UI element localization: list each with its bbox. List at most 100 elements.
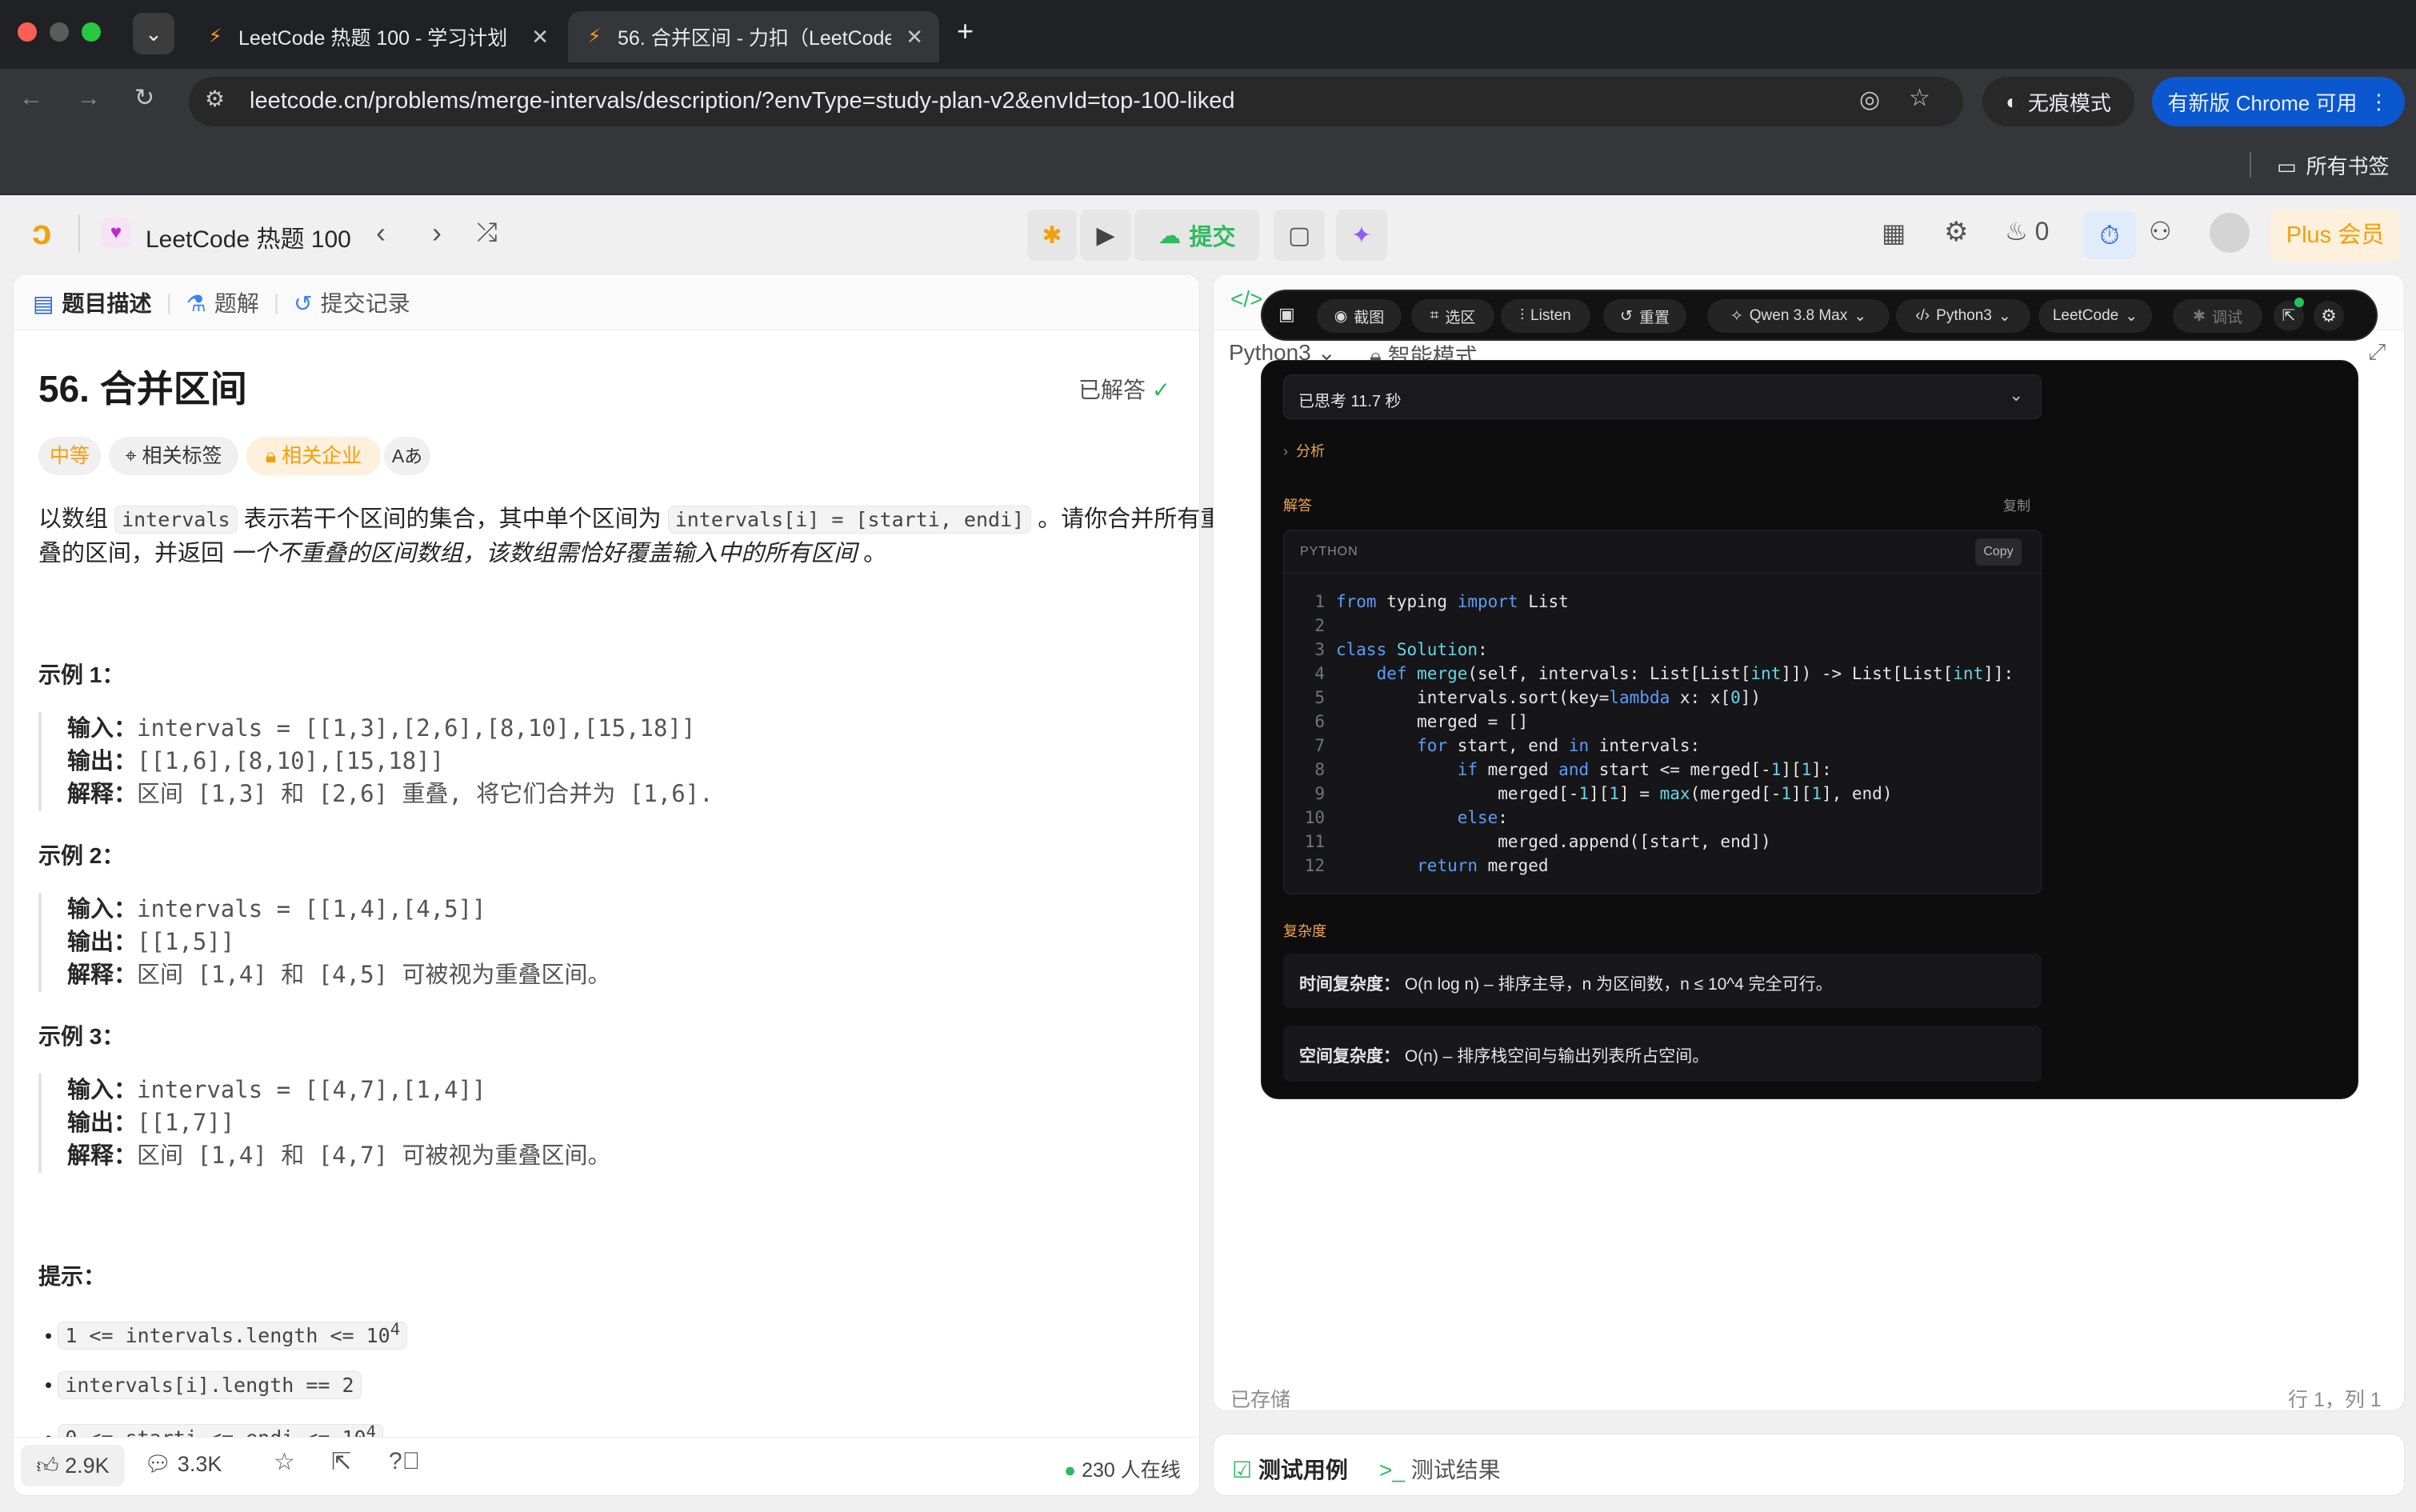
favorite-star-icon[interactable]: ☆ (274, 1448, 295, 1476)
browser-tabstrip: ⌄ ⚡ LeetCode 热题 100 - 学习计划 ✕ ⚡ 56. 合并区间 … (0, 0, 2416, 69)
maximize-window-button[interactable] (82, 22, 101, 42)
select-region-button[interactable]: ⌗ 选区 (1411, 299, 1494, 333)
reset-button[interactable]: ↺ 重置 (1603, 299, 1686, 333)
add-user-icon[interactable]: ⚇ (2149, 216, 2172, 246)
code-icon: ‹/› (1915, 307, 1930, 324)
back-arrow-icon[interactable]: ← (19, 86, 43, 110)
layout-icon[interactable]: ▦ (1882, 218, 1906, 248)
translate-icon[interactable]: Aあ (384, 437, 430, 475)
tab-description[interactable]: ▤ 题目描述 (33, 286, 151, 318)
eye-off-icon[interactable]: ◎ (1859, 88, 1880, 112)
submit-button[interactable]: ☁ 提交 (1134, 210, 1259, 261)
incognito-indicator[interactable]: ◐ 无痕模式 (1982, 77, 2134, 126)
next-problem-icon[interactable]: › (432, 216, 442, 250)
incognito-icon: ◐ (2006, 89, 2018, 114)
random-problem-icon[interactable]: ⤮ (477, 218, 498, 248)
code-line: merged = [] (1336, 712, 1529, 731)
listen-button[interactable]: ⫶ Listen (1501, 299, 1590, 333)
analysis-toggle[interactable]: › 分析 (1283, 440, 1325, 461)
line-number: 6 (1314, 712, 1325, 731)
close-tab-icon[interactable]: ✕ (531, 25, 549, 50)
help-icon[interactable]: ?⃝ (389, 1448, 420, 1475)
address-bar[interactable]: ⚙ leetcode.cn/problems/merge-intervals/d… (189, 77, 1963, 126)
copy-code-button[interactable]: Copy (1975, 538, 2022, 566)
tab-divider: | (166, 289, 172, 314)
related-tags-button[interactable]: ⌖ 相关标签 (109, 437, 238, 475)
streak-counter[interactable]: ♨ 0 (2005, 216, 2049, 246)
window-icon[interactable]: ▣ (1278, 304, 1295, 325)
settings-gear-icon[interactable]: ⚙ (1944, 216, 1968, 248)
line-number: 9 (1314, 784, 1325, 803)
copy-answer-button[interactable]: 复制 (2003, 494, 2030, 514)
time-complexity-card: 时间复杂度： O(n log n) – 排序主导，n 为区间数，n ≤ 10^4… (1283, 954, 2042, 1008)
reload-icon[interactable]: ↻ (134, 86, 154, 110)
flame-icon: ♨ (2005, 217, 2028, 246)
constraint-item: • 1 <= intervals.length <= 104 (45, 1320, 408, 1350)
plus-membership-button[interactable]: Plus 会员 (2270, 210, 2400, 261)
ai-assist-button[interactable]: ✦ (1336, 210, 1387, 261)
example-3-heading: 示例 3： (38, 1024, 125, 1049)
minimize-window-button[interactable] (50, 22, 69, 42)
code-line: class Solution: (1336, 640, 1488, 659)
like-button[interactable]: 👍︎ 2.9K (21, 1445, 125, 1486)
tab-solutions[interactable]: ⚗ 题解 (186, 286, 259, 318)
screenshot-button[interactable]: ◉ 截图 (1317, 299, 1402, 333)
expand-icon[interactable]: ⤢ (2368, 339, 2386, 366)
line-number: 10 (1304, 808, 1325, 827)
difficulty-badge: 中等 (38, 437, 101, 475)
model-selector[interactable]: ✧ Qwen 3.8 Max ⌄ (1707, 299, 1890, 333)
chevron-down-icon: ⌄ (145, 22, 162, 46)
line-number: 1 (1314, 592, 1325, 611)
tab-submissions[interactable]: ↺ 提交记录 (294, 286, 410, 318)
debug-button[interactable]: ✱ (1027, 210, 1077, 261)
debug-toggle[interactable]: ✱ 调试 (2173, 299, 2262, 333)
bookmarks-bar: ▭ 所有书签 (0, 134, 2416, 195)
history-icon: ↺ (294, 290, 313, 316)
line-number: 12 (1304, 856, 1325, 875)
forward-arrow-icon[interactable]: → (77, 86, 101, 110)
leetcode-logo-icon[interactable]: ↄ (32, 213, 51, 253)
bookmark-star-icon[interactable]: ☆ (1909, 86, 1930, 110)
code-line: else: (1457, 808, 1508, 827)
language-dropdown[interactable]: ‹/› Python3 ⌄ (1896, 299, 2030, 333)
line-number: 7 (1314, 736, 1325, 755)
tab-search-button[interactable]: ⌄ (133, 13, 174, 54)
inline-code: intervals (114, 506, 238, 534)
platform-dropdown[interactable]: LeetCode ⌄ (2038, 299, 2152, 333)
tab-merge-intervals[interactable]: ⚡ 56. 合并区间 - 力扣（LeetCode） ✕ (568, 11, 939, 62)
timer-icon[interactable]: ⏱ (2083, 211, 2136, 259)
terminal-icon: >_ (1379, 1458, 1405, 1482)
thinking-summary[interactable]: 已思考 11.7 秒 ⌄ (1283, 374, 2042, 419)
settings-gear-icon[interactable]: ⚙ (2314, 301, 2344, 331)
comments-button[interactable]: 💬︎ 3.3K (144, 1451, 222, 1477)
close-tab-icon[interactable]: ✕ (906, 25, 923, 50)
constraint-item: • 0 <= starti <= endi <= 104 (45, 1422, 384, 1438)
related-companies-button[interactable]: 🔒︎ 相关企业 (246, 437, 381, 475)
new-tab-button[interactable]: + (957, 14, 974, 48)
space-complexity-card: 空间复杂度： O(n) – 排序栈空间与输出列表所占空间。 (1283, 1026, 2042, 1082)
chrome-update-button[interactable]: 有新版 Chrome 可用 ⋮ (2152, 77, 2405, 126)
tab-title: LeetCode 热题 100 - 学习计划 (238, 27, 508, 50)
study-plan-title[interactable]: LeetCode 热题 100 (146, 219, 351, 254)
constraint-item: • intervals[i].length == 2 (45, 1371, 362, 1399)
solved-indicator: 已解答 ✓ (1078, 378, 1171, 402)
example-2-heading: 示例 2： (38, 843, 125, 868)
site-settings-icon[interactable]: ⚙ (205, 88, 225, 110)
code-icon[interactable]: </> (1230, 286, 1262, 312)
close-window-button[interactable] (18, 22, 37, 42)
leetcode-favicon-icon: ⚡ (587, 26, 602, 47)
thumbs-up-icon: 👍︎ (36, 1454, 59, 1478)
cloud-upload-icon: ☁ (1158, 222, 1182, 249)
run-button[interactable]: ▶ (1080, 210, 1131, 261)
prev-problem-icon[interactable]: ‹ (376, 216, 386, 250)
bug-icon: ✱ (2193, 307, 2206, 325)
url-text[interactable]: leetcode.cn/problems/merge-intervals/des… (250, 88, 1235, 114)
all-bookmarks-button[interactable]: ▭ 所有书签 (2277, 150, 2390, 180)
share-icon[interactable]: ⇱ (331, 1448, 351, 1476)
tab-test-result[interactable]: >_ 测试结果 (1379, 1453, 1501, 1485)
study-plan-icon: ♥ (101, 218, 131, 248)
avatar[interactable] (2210, 213, 2250, 253)
tab-testcase[interactable]: ☑ 测试用例 (1232, 1453, 1348, 1485)
notes-button[interactable]: ▢ (1274, 210, 1325, 261)
tab-study-plan[interactable]: ⚡ LeetCode 热题 100 - 学习计划 ✕ (189, 11, 565, 62)
